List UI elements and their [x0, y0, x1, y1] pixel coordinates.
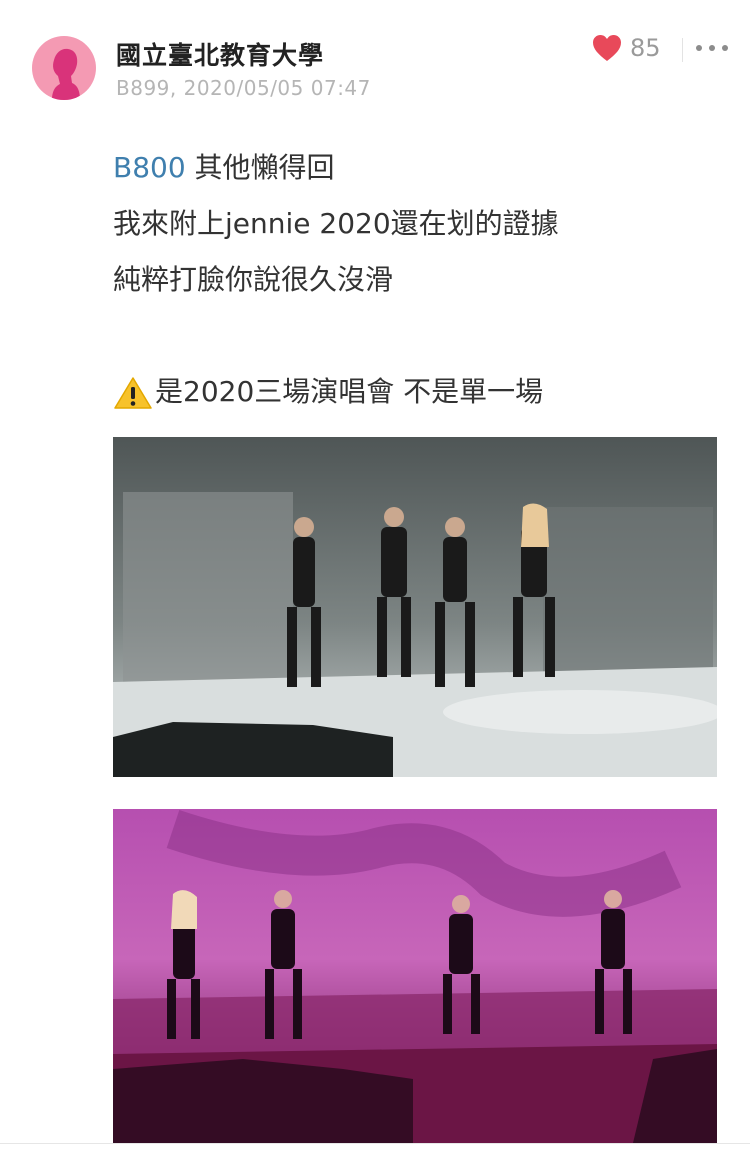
content-line-1: B800 其他懶得回 [113, 140, 713, 196]
content-text: 是2020三場演唱會 不是單一場 [155, 375, 544, 408]
concert-image-1[interactable] [113, 437, 717, 777]
author-name[interactable]: 國立臺北教育大學 [116, 36, 324, 72]
warning-icon [114, 377, 152, 409]
floor-timestamp: B899, 2020/05/05 07:47 [116, 76, 371, 100]
more-icon[interactable] [696, 36, 728, 60]
like-count: 85 [630, 34, 661, 62]
divider [682, 38, 683, 62]
divider [0, 1143, 750, 1144]
post-content: B800 其他懶得回 我來附上jennie 2020還在划的證據 純粹打臉你說很… [113, 140, 713, 420]
avatar-icon [52, 48, 80, 100]
content-line-4: 是2020三場演唱會 不是單一場 [113, 364, 713, 420]
content-line-3: 純粹打臉你說很久沒滑 [113, 263, 394, 296]
content-text: 其他懶得回 [185, 151, 335, 184]
content-line-2: 我來附上jennie 2020還在划的證據 [113, 207, 559, 240]
like-button[interactable]: 85 [592, 34, 661, 62]
avatar[interactable] [32, 36, 96, 100]
heart-icon [593, 35, 621, 61]
reply-link[interactable]: B800 [113, 151, 186, 184]
concert-image-2[interactable] [113, 809, 717, 1143]
